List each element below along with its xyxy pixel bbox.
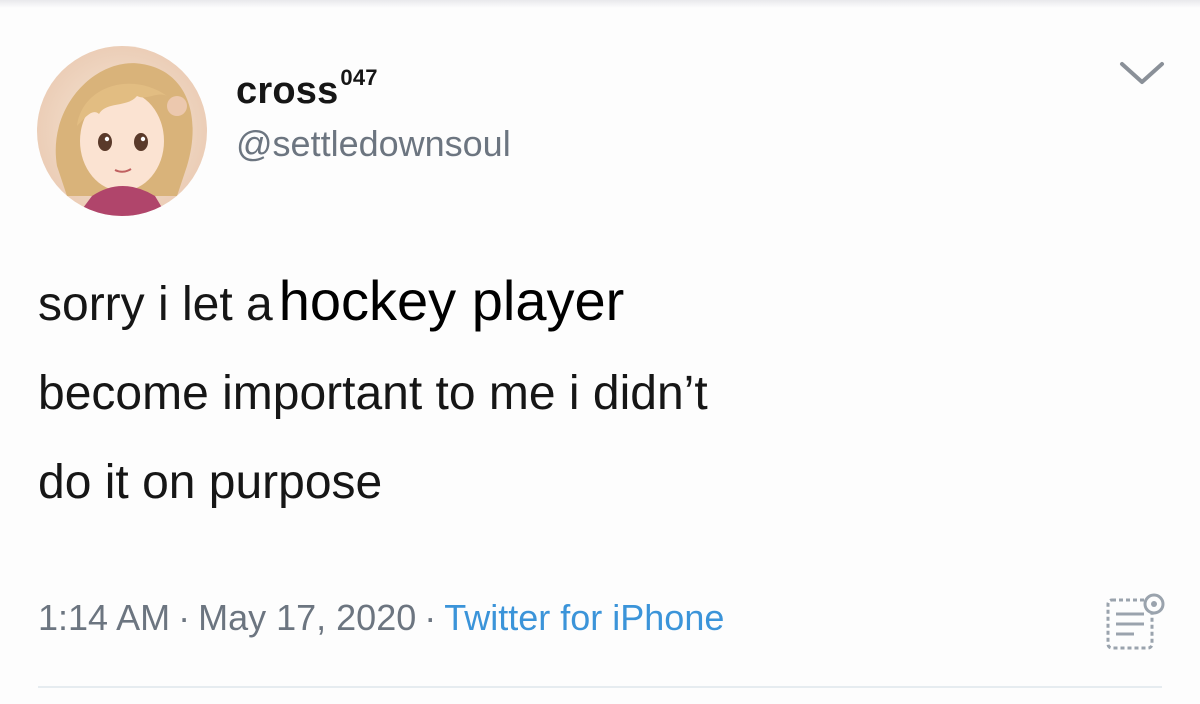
display-name[interactable]: cross047	[236, 56, 378, 113]
avatar[interactable]	[37, 46, 207, 216]
tweet-meta: 1:14 AM · May 17, 2020 · Twitter for iPhone	[38, 596, 724, 640]
tweet-card: cross047 @settledownsoul sorry i let a ho…	[0, 0, 1200, 704]
meta-separator: ·	[178, 597, 191, 638]
display-name-text: cross	[236, 70, 339, 112]
tweet-text: sorry i let a hockey player become import…	[38, 256, 1158, 527]
tweet-line-1: sorry i let a hockey player	[38, 256, 1158, 349]
user-handle[interactable]: @settledownsoul	[236, 123, 511, 165]
tweet-time[interactable]: 1:14 AM	[38, 597, 170, 638]
tweet-source-link[interactable]: Twitter for iPhone	[444, 597, 724, 638]
meta-separator: ·	[424, 597, 437, 638]
tweet-date[interactable]: May 17, 2020	[198, 597, 416, 638]
top-edge-shadow	[0, 0, 1200, 8]
analytics-icon[interactable]	[1104, 592, 1166, 654]
bottom-divider	[38, 686, 1162, 688]
tweet-line-3: do it on purpose	[38, 456, 383, 509]
tweet-line-2: become important to me i didn’t	[38, 367, 708, 420]
tweet-line-1-prefix: sorry i let a	[38, 278, 273, 331]
chevron-down-icon[interactable]	[1116, 58, 1168, 88]
edited-overlay-text: hockey player	[278, 269, 625, 332]
display-name-superscript: 047	[340, 65, 378, 90]
